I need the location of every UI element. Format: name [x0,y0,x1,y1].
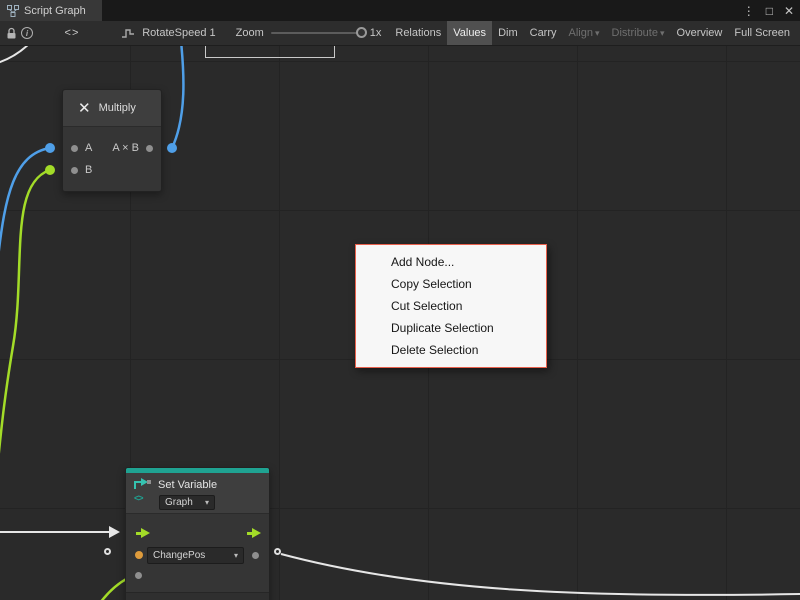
multiply-node-header[interactable]: ✕ Multiply [63,90,161,127]
zoom-control: Zoom 1x [236,27,382,39]
tab-title: Script Graph [24,5,86,17]
wire-white-top-left [0,46,31,63]
menu-item-cut-selection[interactable]: Cut Selection [356,295,546,317]
port-label-a: A [85,142,92,154]
graph-toolbar: i <> RotateSpeed 1 Zoom 1x Relations Val… [0,21,800,46]
port-label-output: A × B [112,142,139,154]
wire-white-bottom-right [281,554,800,595]
distribute-dropdown[interactable]: Distribute▾ [606,21,671,46]
flow-graph-icon [119,24,137,42]
variable-name-port[interactable] [135,551,143,559]
wire-end-green-left[interactable] [45,165,55,175]
align-dropdown[interactable]: Align▾ [563,21,606,46]
chevron-down-icon: ▾ [660,28,665,38]
set-variable-icon: <> [134,478,154,508]
menu-item-delete-selection[interactable]: Delete Selection [356,339,546,361]
chevron-down-icon: ▾ [595,28,600,38]
info-icon: i [21,27,33,39]
value-input-port[interactable] [135,572,142,579]
port-row-a: A A × B [63,137,161,159]
menu-item-copy-selection[interactable]: Copy Selection [356,273,546,295]
wire-green-multiply-input-b [0,170,50,471]
toolbar-buttons: Relations Values Dim Carry Align▾ Distri… [389,21,796,46]
scope-dropdown-value: Graph [165,497,193,508]
graph-canvas[interactable]: ✕ Multiply A A × B B [0,46,800,600]
input-port-b[interactable] [71,167,78,174]
wire-end-blue-right[interactable] [167,143,177,153]
multiply-icon: ✕ [78,99,91,117]
input-port-a[interactable] [71,145,78,152]
unity-graph-window: Script Graph ⋮ □ ✕ i <> RotateSpeed 1 [0,0,800,600]
multiply-node-body: A A × B B [63,127,161,191]
chevron-down-icon: ▾ [234,551,238,560]
code-view-button[interactable]: <> [51,24,94,43]
menu-item-add-node[interactable]: Add Node... [356,251,546,273]
flow-input-port[interactable] [136,528,150,538]
relations-button[interactable]: Relations [389,21,447,46]
tab-script-graph[interactable]: Script Graph [0,0,102,21]
chevron-down-icon: ▾ [205,498,209,507]
values-button[interactable]: Values [447,21,492,46]
lock-toggle[interactable] [4,24,19,42]
value-output-port[interactable] [252,552,259,559]
carry-button[interactable]: Carry [524,21,563,46]
window-maximize-button[interactable]: □ [766,4,773,18]
window-menu-button[interactable]: ⋮ [743,4,755,18]
multiply-node-title: Multiply [99,102,136,114]
script-graph-icon [7,5,19,17]
window-close-button[interactable]: ✕ [784,4,794,18]
info-button[interactable]: i [19,24,34,42]
set-variable-title: Set Variable [158,479,217,491]
flow-arrowhead [109,526,120,538]
port-label-b: B [85,164,92,176]
zoom-value: 1x [370,27,382,39]
distribute-label: Distribute [612,27,658,39]
dim-button[interactable]: Dim [492,21,524,46]
graph-breadcrumb[interactable]: RotateSpeed 1 [119,24,215,42]
menu-item-duplicate-selection[interactable]: Duplicate Selection [356,317,546,339]
output-port[interactable] [146,145,153,152]
variable-dropdown[interactable]: ChangePos ▾ [147,547,244,564]
fullscreen-button[interactable]: Full Screen [728,21,796,46]
scope-dropdown[interactable]: Graph ▾ [159,495,215,510]
variable-dropdown-value: ChangePos [153,550,205,561]
flow-output-port[interactable] [247,528,261,538]
window-controls: ⋮ □ ✕ [743,0,794,21]
port-row-b: B [63,159,161,181]
overview-button[interactable]: Overview [671,21,729,46]
zoom-slider-handle[interactable] [356,27,367,38]
set-variable-header[interactable]: <> Set Variable Graph ▾ [126,473,269,514]
zoom-slider-track[interactable] [271,32,363,34]
node-footer-section [126,593,269,600]
graph-breadcrumb-label: RotateSpeed 1 [142,27,215,39]
wire-end-blue-left[interactable] [45,143,55,153]
wire-end-ring-right[interactable] [274,548,281,555]
wire-blue-multiply-input-a [0,148,50,258]
context-menu: Add Node... Copy Selection Cut Selection… [355,244,547,368]
wire-blue-multiply-output [172,46,183,148]
wire-end-ring-left[interactable] [104,548,111,555]
zoom-label: Zoom [236,27,264,39]
titlebar: Script Graph ⋮ □ ✕ [0,0,800,21]
multiply-node[interactable]: ✕ Multiply A A × B B [62,89,162,192]
variable-code-icon: <> [134,493,154,503]
clipped-node-outline [205,46,335,58]
set-variable-node[interactable]: <> Set Variable Graph ▾ ChangePos ▾ [125,467,270,600]
align-label: Align [569,27,593,39]
